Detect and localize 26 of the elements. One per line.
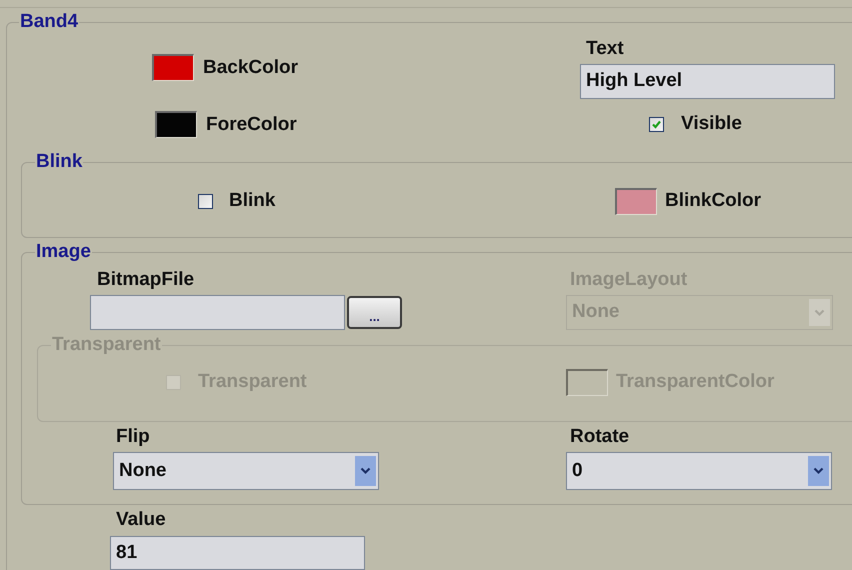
field-label: Value (116, 510, 167, 530)
field-label: Blink (229, 191, 276, 211)
field-label: Visible (681, 114, 742, 134)
browse-button[interactable]: ... (347, 296, 402, 329)
field-label: Flip (116, 427, 151, 447)
field-label: Rotate (570, 427, 630, 447)
input-field[interactable]: 81 (110, 536, 365, 570)
group-title: Band4 (19, 12, 80, 32)
group-title: Image (35, 242, 92, 262)
field-label: ForeColor (206, 114, 297, 134)
color-swatch[interactable] (155, 111, 197, 138)
dropdown[interactable]: None (113, 452, 379, 490)
input-field[interactable] (90, 295, 345, 330)
checkbox[interactable] (649, 116, 664, 132)
color-swatch[interactable] (615, 188, 657, 214)
field-label: BlinkColor (665, 191, 762, 211)
field-label: BackColor (203, 58, 298, 78)
field-label: Text (586, 39, 625, 59)
group-title: Blink (35, 152, 84, 172)
checkbox[interactable] (198, 194, 213, 208)
color-swatch[interactable] (152, 54, 194, 81)
chevron-down-icon[interactable] (808, 456, 829, 486)
dropdown[interactable]: 0 (566, 452, 832, 490)
input-field[interactable]: High Level (580, 64, 835, 99)
chevron-down-icon[interactable] (355, 456, 376, 486)
field-label: BitmapFile (97, 270, 196, 290)
